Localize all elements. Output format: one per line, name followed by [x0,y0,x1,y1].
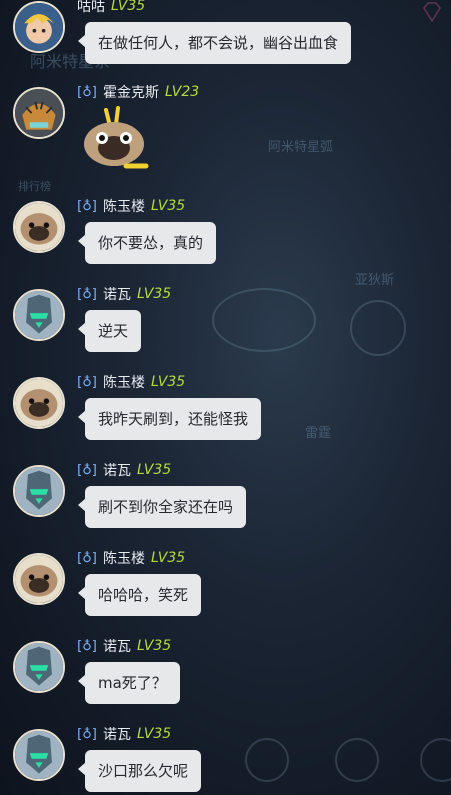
level-badge: LV35 [137,286,172,302]
level-badge: LV35 [151,198,186,214]
username[interactable]: 诺瓦 [103,460,131,480]
level-badge: LV35 [137,638,172,654]
pug-sticker[interactable] [80,104,152,174]
level-badge: LV35 [151,550,186,566]
vip-icon: [♁] [77,84,97,100]
pug-avatar[interactable] [13,553,65,605]
message-bubble[interactable]: ma死了？ [78,662,180,704]
tiger-mech-avatar[interactable] [13,87,65,139]
vip-icon: [♁] [77,550,97,566]
username[interactable]: 咕咕 [77,0,105,16]
cyber-knight-avatar[interactable] [13,729,65,781]
level-badge: LV35 [151,374,186,390]
chat-list[interactable]: 咕咕 LV35 在做任何人，都不会说，幽谷出血食 [♁] 霍金克斯 LV23 [… [0,0,451,795]
username[interactable]: 陈玉楼 [103,196,145,216]
username[interactable]: 诺瓦 [103,284,131,304]
username[interactable]: 诺瓦 [103,636,131,656]
level-badge: LV35 [137,726,172,742]
username[interactable]: 诺瓦 [103,724,131,744]
message-bubble[interactable]: 逆天 [77,310,142,352]
vip-icon: [♁] [77,374,97,390]
vip-icon: [♁] [77,198,97,214]
message-bubble[interactable]: 我昨天刷到，还能怪我 [77,398,262,440]
vip-icon: [♁] [77,726,97,742]
cyber-knight-avatar[interactable] [13,289,65,341]
cyber-knight-avatar[interactable] [13,465,65,517]
username[interactable]: 霍金克斯 [103,82,159,102]
username[interactable]: 陈玉楼 [103,548,145,568]
vip-icon: [♁] [77,638,97,654]
pug-avatar[interactable] [13,201,65,253]
level-badge: LV35 [111,0,146,14]
message-bubble[interactable]: 在做任何人，都不会说，幽谷出血食 [77,22,352,64]
level-badge: LV23 [165,84,200,100]
blonde-warrior-avatar[interactable] [13,1,65,53]
vip-icon: [♁] [77,286,97,302]
cyber-knight-avatar[interactable] [13,641,65,693]
pug-avatar[interactable] [13,377,65,429]
message-bubble[interactable]: 你不要怂，真的 [77,222,217,264]
level-badge: LV35 [137,462,172,478]
username[interactable]: 陈玉楼 [103,372,145,392]
message-bubble[interactable]: 沙口那么欠呢 [77,750,202,792]
message-bubble[interactable]: 哈哈哈，笑死 [77,574,202,616]
vip-icon: [♁] [77,462,97,478]
message-bubble[interactable]: 刷不到你全家还在吗 [77,486,247,528]
